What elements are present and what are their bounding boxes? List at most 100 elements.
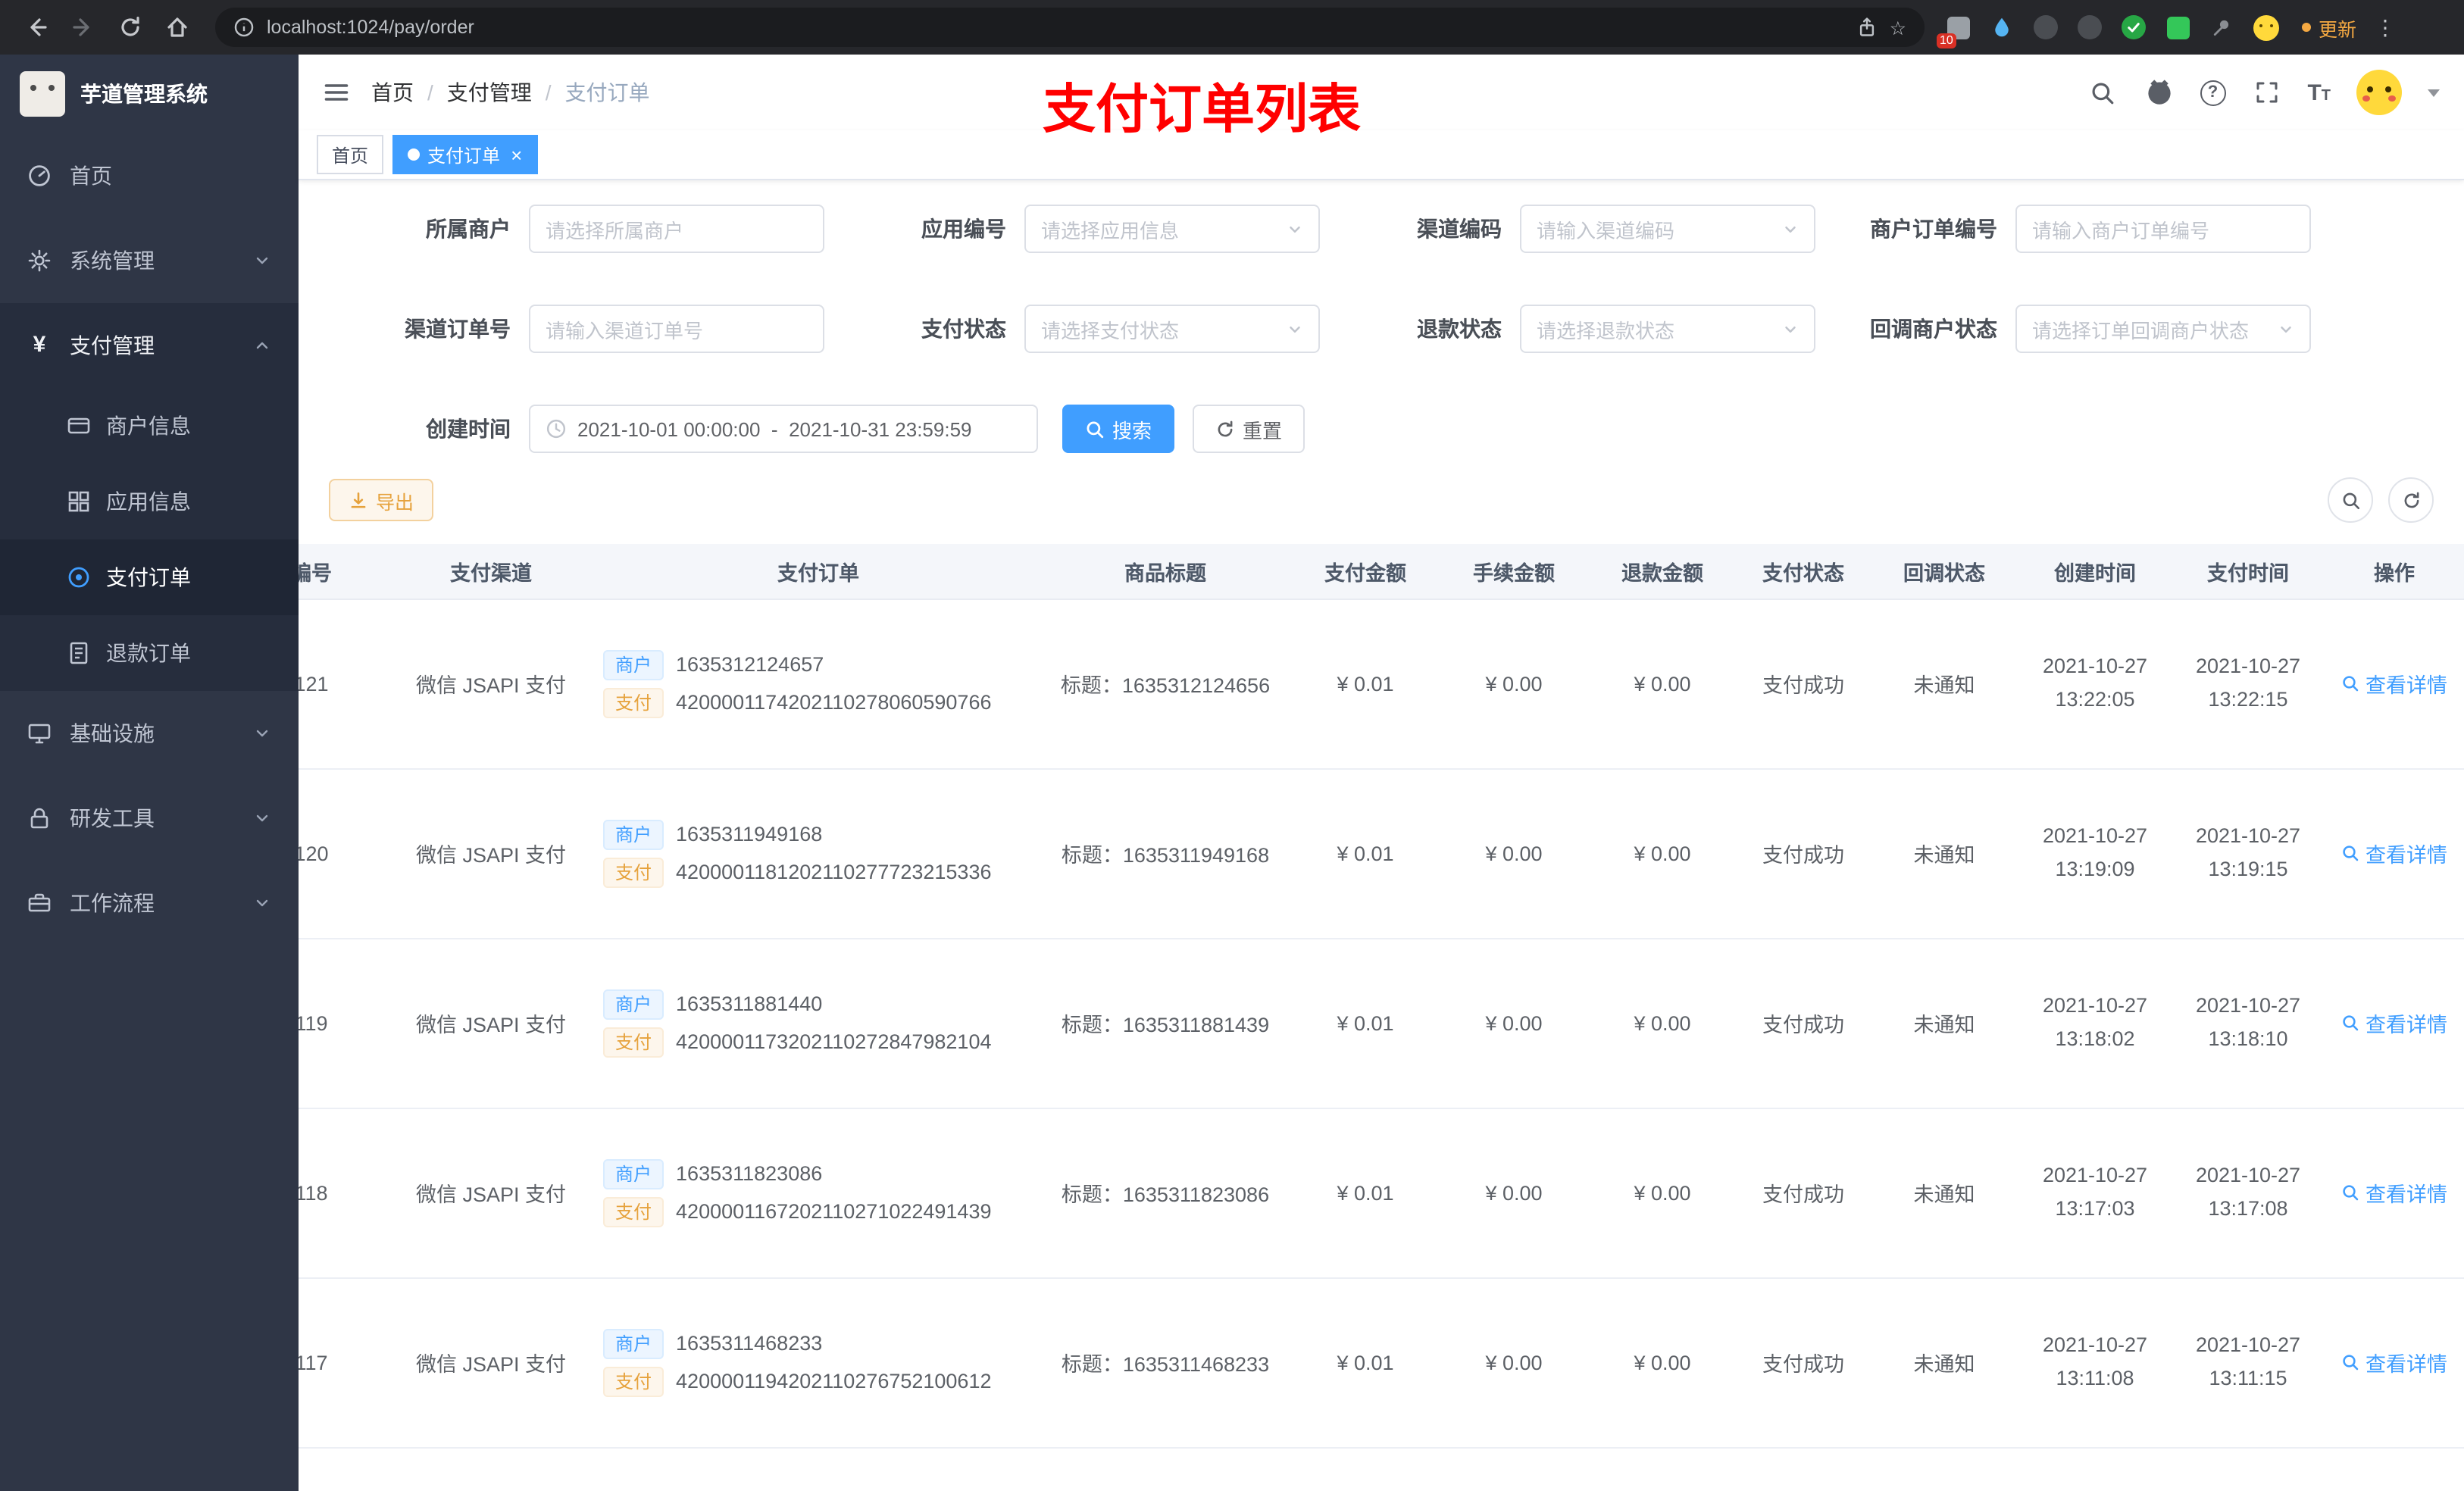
browser-menu-icon[interactable]: ⋮ — [2375, 14, 2396, 40]
col-channel: 支付渠道 — [385, 544, 597, 599]
col-create-time: 创建时间 — [2018, 544, 2172, 599]
channel-code-select[interactable]: 请输入渠道编码 — [1520, 205, 1815, 253]
bookmark-star-icon[interactable]: ☆ — [1890, 16, 1906, 39]
forward-icon[interactable] — [62, 7, 103, 48]
export-button[interactable]: 导出 — [329, 479, 434, 521]
date-range-input[interactable]: 2021-10-01 00:00:00 - 2021-10-31 23:59:5… — [529, 405, 1038, 453]
avatar[interactable] — [2356, 70, 2402, 115]
cell-order: 商户 1635311881440 支付 42000011732021102728… — [597, 938, 1040, 1108]
search-button[interactable]: 搜索 — [1062, 405, 1175, 453]
cell-pay-amount: ¥ 0.01 — [1291, 1277, 1440, 1448]
merchant-badge: 商户 — [603, 989, 664, 1019]
pay-badge: 支付 — [603, 1366, 664, 1396]
notify-status-select[interactable]: 请选择订单回调商户状态 — [2015, 305, 2311, 353]
home-icon[interactable] — [156, 7, 197, 48]
channel-order-no-input[interactable]: 请输入渠道订单号 — [529, 305, 824, 353]
address-bar[interactable]: localhost:1024/pay/order ☆ — [215, 8, 1925, 47]
merchant-order-no: 1635311949168 — [676, 823, 823, 846]
table-header-row: 编号 支付渠道 支付订单 商品标题 支付金额 手续金额 退款金额 支付状态 回调… — [299, 544, 2464, 599]
chevron-down-icon — [1782, 320, 1799, 337]
site-info-icon[interactable] — [233, 17, 255, 38]
font-size-icon[interactable]: TT — [2307, 81, 2331, 104]
table-row: 119 微信 JSAPI 支付 商户 1635311881440 支 — [299, 938, 2464, 1108]
cell-title — [1040, 1447, 1291, 1491]
extension-puzzle-icon[interactable]: 10 — [1937, 12, 1973, 48]
cell-notify-status: 未通知 — [1870, 938, 2018, 1108]
cell-title: 标题：1635312124656 — [1040, 599, 1291, 769]
breadcrumb-pay-mgmt[interactable]: 支付管理 — [447, 77, 532, 108]
tag-pay-order[interactable]: 支付订单 × — [392, 135, 538, 174]
view-detail-link[interactable]: 查看详情 — [2341, 1347, 2447, 1377]
date-separator: - — [771, 417, 778, 440]
sidebar-item-infra[interactable]: 基础设施 — [0, 691, 299, 776]
cell-channel: 微信 JSAPI 支付 — [385, 1108, 597, 1278]
close-icon[interactable]: × — [511, 145, 522, 164]
cell-channel: 微信 JSAPI 支付 — [385, 768, 597, 939]
view-detail-link[interactable]: 查看详情 — [2341, 838, 2447, 868]
chevron-down-icon — [1287, 320, 1303, 337]
extension-icon-2[interactable] — [2075, 12, 2105, 42]
app-no-select[interactable]: 请选择应用信息 — [1024, 205, 1320, 253]
grid-icon — [67, 489, 91, 514]
browser-update-button[interactable]: 更新 — [2302, 13, 2356, 42]
pay-order-no: 4200001167202110271022491439 — [676, 1200, 992, 1223]
breadcrumb-home[interactable]: 首页 — [371, 77, 414, 108]
sidebar-item-workflow[interactable]: 工作流程 — [0, 861, 299, 946]
hamburger-icon[interactable] — [323, 79, 350, 106]
logo: 芋道管理系统 — [0, 55, 299, 133]
table-row: 121 微信 JSAPI 支付 商户 1635312124657 支 — [299, 599, 2464, 769]
help-icon[interactable]: ? — [2200, 80, 2226, 105]
page-content: 所属商户 请选择所属商户 应用编号 请选择应用信息 渠道编码 请输入渠道编码 商… — [299, 180, 2464, 1491]
profile-avatar-icon[interactable] — [2250, 12, 2281, 42]
extension-icon-1[interactable] — [2031, 12, 2061, 42]
sidebar-item-system[interactable]: 系统管理 — [0, 218, 299, 303]
cell-pay-amount: ¥ 0.01 — [1291, 938, 1440, 1108]
cell-notify-status: 未通知 — [1870, 599, 2018, 769]
merchant-order-no-input[interactable]: 请输入商户订单编号 — [2015, 205, 2311, 253]
merchant-order-no: 1635311881440 — [676, 992, 823, 1015]
toggle-search-button[interactable] — [2328, 477, 2373, 523]
extension-drop-icon[interactable] — [1987, 12, 2017, 42]
view-detail-link[interactable]: 查看详情 — [2341, 668, 2447, 699]
cell-notify-status: 未通知 — [1870, 1108, 2018, 1278]
sidebar-item-refund-order[interactable]: 退款订单 — [0, 615, 299, 691]
merchant-badge: 商户 — [603, 1158, 664, 1189]
merchant-input[interactable]: 请选择所属商户 — [529, 205, 824, 253]
lock-icon — [27, 806, 52, 830]
cell-fee-amount: ¥ 0.00 — [1440, 1108, 1588, 1278]
breadcrumb-separator: / — [427, 80, 433, 105]
col-fee-amount: 手续金额 — [1440, 544, 1588, 599]
tag-home[interactable]: 首页 — [317, 135, 384, 174]
extension-green-icon[interactable] — [2162, 12, 2193, 42]
sidebar-item-app-info[interactable]: 应用信息 — [0, 464, 299, 539]
refresh-table-button[interactable] — [2388, 477, 2434, 523]
chevron-down-icon — [1782, 220, 1799, 237]
date-end: 2021-10-31 23:59:59 — [789, 417, 972, 440]
github-icon[interactable] — [2143, 77, 2174, 108]
chevron-down-icon — [253, 809, 271, 827]
reset-button[interactable]: 重置 — [1193, 405, 1305, 453]
pin-icon[interactable] — [2206, 12, 2237, 42]
search-icon[interactable] — [2087, 77, 2118, 108]
cell-id: 117 — [299, 1277, 385, 1448]
refresh-icon[interactable] — [109, 7, 150, 48]
chevron-down-icon[interactable] — [2428, 89, 2440, 96]
view-detail-link[interactable]: 查看详情 — [2341, 1177, 2447, 1208]
fullscreen-icon[interactable] — [2251, 77, 2281, 108]
sidebar-item-home[interactable]: 首页 — [0, 133, 299, 218]
cell-create-time: 2021-10-27 13:18:02 — [2018, 938, 2172, 1108]
col-refund-amount: 退款金额 — [1588, 544, 1737, 599]
sidebar-item-payment[interactable]: ¥ 支付管理 — [0, 303, 299, 388]
sidebar-item-merchant-info[interactable]: 商户信息 — [0, 388, 299, 464]
sidebar-item-dev-tools[interactable]: 研发工具 — [0, 776, 299, 861]
sidebar-item-pay-order[interactable]: 支付订单 — [0, 539, 299, 615]
extension-check-icon[interactable] — [2118, 12, 2149, 42]
back-icon[interactable] — [15, 7, 56, 48]
pay-badge: 支付 — [603, 687, 664, 717]
refund-status-select[interactable]: 请选择退款状态 — [1520, 305, 1815, 353]
pay-status-select[interactable]: 请选择支付状态 — [1024, 305, 1320, 353]
filter-row-1: 所属商户 请选择所属商户 应用编号 请选择应用信息 渠道编码 请输入渠道编码 商… — [329, 205, 2464, 253]
view-detail-link[interactable]: 查看详情 — [2341, 1008, 2447, 1038]
share-icon[interactable] — [1856, 17, 1878, 38]
clock-icon — [546, 418, 567, 439]
